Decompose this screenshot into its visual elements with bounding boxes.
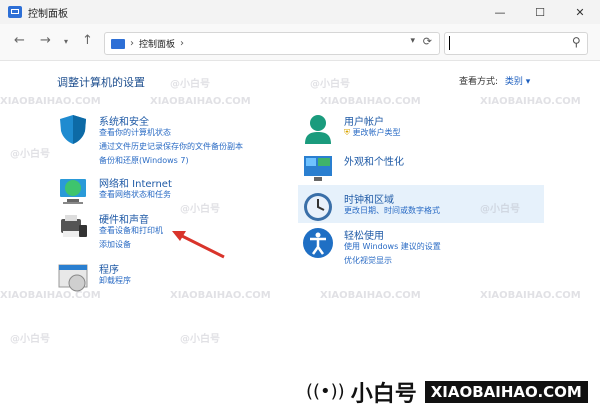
watermark: XIAOBAIHAO.COM (170, 290, 271, 301)
control-panel-icon (8, 6, 22, 18)
uac-shield-icon: ⛨ (344, 128, 350, 137)
category-name[interactable]: 硬件和声音 (99, 211, 149, 226)
watermark: @小白号 (10, 149, 50, 160)
category-name[interactable]: 外观和个性化 (344, 153, 404, 168)
main-content: 调整计算机的设置 查看方式: 类别 ▾ 系统和安全 查看你的计算机状态 通过文件… (0, 61, 600, 413)
title-bar: 控制面板 — ☐ ✕ (0, 0, 600, 24)
brand-url: XIAOBAIHAO.COM (424, 380, 588, 403)
watermark: XIAOBAIHAO.COM (0, 290, 101, 301)
window-title: 控制面板 (28, 8, 68, 20)
watermark: @小白号 (480, 204, 520, 215)
breadcrumb-chevron-icon: › (180, 38, 185, 49)
page-title: 调整计算机的设置 (57, 76, 145, 89)
forward-arrow-icon[interactable]: → (40, 33, 51, 48)
window-controls: — ☐ ✕ (480, 0, 600, 24)
view-by-dropdown[interactable]: 类别 ▾ (505, 77, 530, 87)
programs-icon (58, 264, 88, 292)
clock-icon (304, 193, 332, 221)
breadcrumb-chevron-icon: › (130, 38, 134, 49)
view-by-label: 查看方式: (459, 77, 499, 87)
breadcrumb-item-control-panel[interactable]: 控制面板 (139, 37, 175, 50)
view-by: 查看方式: 类别 ▾ (459, 74, 530, 87)
category-name[interactable]: 网络和 Internet (99, 175, 172, 190)
sub-link[interactable]: 使用 Windows 建议的设置 (344, 241, 441, 252)
text-caret (449, 36, 450, 50)
sub-link[interactable]: 卸载程序 (99, 275, 131, 286)
sub-link[interactable]: 查看网络状态和任务 (99, 189, 171, 200)
accessibility-icon (303, 228, 333, 258)
sub-link-text: 更改帐户类型 (352, 128, 401, 137)
category-name[interactable]: 时钟和区域 (344, 191, 394, 206)
category-name[interactable]: 程序 (99, 261, 119, 276)
watermark: @小白号 (180, 204, 220, 215)
brand-watermark: ((•)) 小白号 XIAOBAIHAO.COM (296, 370, 600, 413)
control-panel-small-icon (111, 38, 125, 49)
sub-link[interactable]: 备份和还原(Windows 7) (99, 155, 189, 166)
printer-icon (61, 215, 87, 237)
brand-name: 小白号 (350, 381, 417, 407)
broadcast-radio-icon: ((•)) (306, 381, 345, 402)
search-icon[interactable]: ⚲ (572, 35, 581, 49)
appearance-monitor-icon (304, 156, 332, 181)
address-dropdown-chevron-icon[interactable]: ▾ (410, 36, 415, 46)
watermark: @小白号 (10, 334, 50, 345)
category-name[interactable]: 用户帐户 (344, 113, 384, 128)
category-name[interactable]: 轻松使用 (344, 227, 384, 242)
shield-icon (60, 115, 86, 144)
breadcrumb[interactable]: › 控制面板 › ▾ ⟳ (104, 32, 440, 55)
up-arrow-icon[interactable]: ↑ (82, 33, 93, 48)
sub-link[interactable]: 优化视觉显示 (344, 255, 392, 266)
network-globe-icon (60, 179, 86, 204)
search-input[interactable]: ⚲ (444, 32, 588, 55)
watermark: @小白号 (180, 334, 220, 345)
watermark: XIAOBAIHAO.COM (150, 96, 251, 107)
user-icon (305, 115, 331, 144)
watermark: XIAOBAIHAO.COM (320, 96, 421, 107)
sub-link-devices-printers[interactable]: 查看设备和打印机 (99, 225, 163, 236)
sub-link[interactable]: 查看你的计算机状态 (99, 127, 171, 138)
watermark: @小白号 (310, 79, 350, 90)
close-button[interactable]: ✕ (560, 0, 600, 24)
watermark: XIAOBAIHAO.COM (480, 290, 581, 301)
minimize-button[interactable]: — (480, 0, 520, 24)
sub-link[interactable]: 通过文件历史记录保存你的文件备份副本 (99, 141, 243, 152)
sub-link[interactable]: 更改日期、时间或数字格式 (344, 205, 440, 216)
recent-chevron-down-icon[interactable]: ▾ (64, 37, 68, 46)
control-panel-window: 控制面板 — ☐ ✕ ← → ▾ ↑ › 控制面板 › ▾ ⟳ ⚲ 调整计算机的… (0, 0, 600, 413)
watermark: @小白号 (170, 79, 210, 90)
watermark: XIAOBAIHAO.COM (320, 290, 421, 301)
back-arrow-icon[interactable]: ← (14, 33, 25, 48)
watermark: XIAOBAIHAO.COM (0, 96, 101, 107)
sub-link[interactable]: ⛨ 更改帐户类型 (344, 127, 401, 138)
address-bar: ← → ▾ ↑ › 控制面板 › ▾ ⟳ ⚲ (0, 24, 600, 61)
refresh-icon[interactable]: ⟳ (423, 35, 432, 48)
watermark: XIAOBAIHAO.COM (480, 96, 581, 107)
red-arrow-annotation-icon (172, 231, 225, 259)
sub-link[interactable]: 添加设备 (99, 239, 131, 250)
maximize-button[interactable]: ☐ (520, 0, 560, 24)
view-by-value: 类别 (504, 77, 523, 87)
category-name[interactable]: 系统和安全 (99, 113, 149, 128)
